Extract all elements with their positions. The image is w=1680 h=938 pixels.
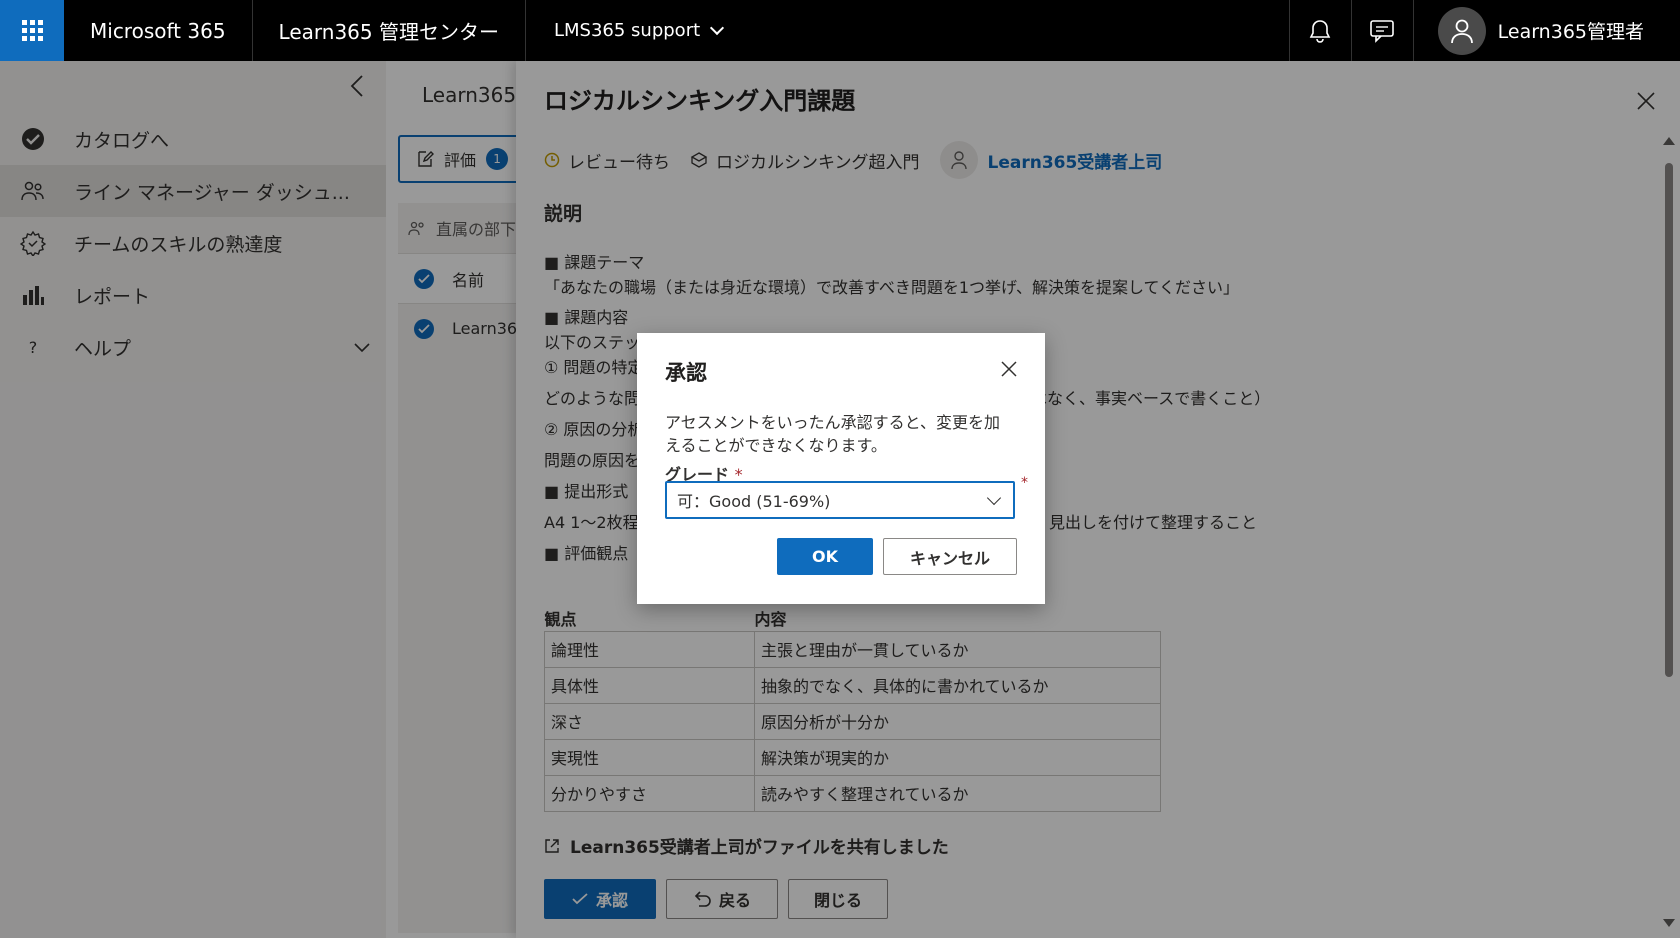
approve-dialog: 承認 アセスメントをいったん承認すると、変更を加えることができなくなります。 グ…	[637, 333, 1045, 604]
dialog-message: アセスメントをいったん承認すると、変更を加えることができなくなります。	[665, 413, 1001, 455]
user-name: Learn365管理者	[1497, 21, 1644, 43]
chevron-down-icon	[986, 490, 1002, 506]
ok-button[interactable]: OK	[777, 538, 873, 575]
user-menu[interactable]: Learn365管理者	[1412, 0, 1680, 61]
close-icon[interactable]	[999, 359, 1019, 379]
avatar	[1437, 6, 1486, 55]
grade-dropdown[interactable]: 可：Good (51-69%)	[665, 481, 1015, 519]
waffle-icon	[21, 20, 43, 41]
grade-selected-value: 可：Good (51-69%)	[677, 492, 831, 511]
notifications-button[interactable]	[1288, 0, 1351, 61]
app-title[interactable]: Learn365 管理センター	[253, 0, 526, 61]
brand-link[interactable]: Microsoft 365	[64, 0, 253, 61]
required-indicator: *	[1021, 475, 1028, 491]
feedback-icon	[1370, 19, 1394, 43]
tenant-selector[interactable]: LMS365 support	[526, 20, 750, 41]
dialog-title: 承認	[665, 361, 707, 385]
cancel-button[interactable]: キャンセル	[883, 538, 1017, 575]
bell-icon	[1309, 19, 1331, 43]
app-launcher-button[interactable]	[0, 0, 64, 61]
feedback-button[interactable]	[1350, 0, 1413, 61]
tenant-label: LMS365 support	[553, 20, 701, 41]
top-bar: Microsoft 365 Learn365 管理センター LMS365 sup…	[0, 0, 1680, 61]
chevron-down-icon	[710, 20, 725, 35]
person-icon	[1450, 19, 1473, 43]
